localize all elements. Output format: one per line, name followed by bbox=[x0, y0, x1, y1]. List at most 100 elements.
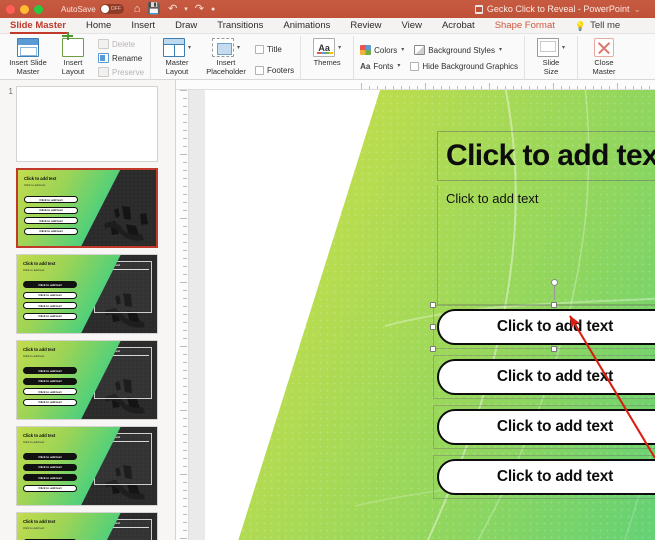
autosave-toggle[interactable]: OFF bbox=[99, 4, 124, 14]
ruler-tick bbox=[183, 402, 187, 403]
button-placeholder-1[interactable]: Click to add text bbox=[437, 309, 655, 345]
undo-dropdown-icon[interactable]: ▾ bbox=[184, 6, 188, 13]
tab-insert[interactable]: Insert bbox=[121, 18, 165, 34]
tab-view[interactable]: View bbox=[392, 18, 432, 34]
master-layout-dropdown-icon[interactable]: ▾ bbox=[188, 45, 191, 51]
thumbnail-layout-5[interactable]: Click to add text Click to add text Clic… bbox=[16, 512, 158, 540]
hide-background-graphics-checkbox[interactable] bbox=[410, 61, 420, 71]
close-window-button[interactable] bbox=[6, 4, 15, 14]
home-icon[interactable]: ⌂ bbox=[134, 3, 141, 15]
mini-button: Click to add text bbox=[24, 227, 78, 235]
slide-canvas-viewport[interactable]: Click to add text Click to add text Clic… bbox=[189, 90, 655, 540]
button-placeholder-3[interactable]: Click to add text bbox=[437, 409, 655, 445]
redo-icon[interactable]: ↷ bbox=[195, 3, 204, 15]
thumbnail-row-2[interactable]: Click to add text Click to add text Clic… bbox=[0, 168, 175, 254]
title-checkbox[interactable] bbox=[255, 44, 265, 54]
delete-label: Delete bbox=[112, 39, 136, 49]
horizontal-ruler[interactable] bbox=[176, 80, 655, 90]
master-layout-button[interactable]: ▾ Master Layout bbox=[157, 36, 197, 76]
ruler-tick bbox=[385, 86, 386, 89]
ruler-tick bbox=[183, 162, 187, 163]
resize-handle-middle-left[interactable] bbox=[430, 324, 436, 330]
thumbnail-row-3[interactable]: Click to add text Click to add text Clic… bbox=[0, 254, 175, 340]
maximize-window-button[interactable] bbox=[34, 4, 43, 14]
ruler-tick bbox=[183, 482, 187, 483]
quick-access-toolbar[interactable]: ⌂ 💾 ↶ ▾ ↷ ● bbox=[134, 3, 216, 15]
customize-toolbar-icon[interactable]: ● bbox=[211, 6, 215, 13]
thumbnail-layout-2[interactable]: Click to add text Click to add text Clic… bbox=[16, 254, 158, 334]
autosave-control[interactable]: AutoSave OFF bbox=[61, 4, 124, 14]
slide-editor-area[interactable]: Click to add text Click to add text Clic… bbox=[176, 80, 655, 540]
thumbnail-row-1[interactable]: 1 bbox=[0, 86, 175, 168]
mini-button: Click to add text bbox=[23, 388, 77, 395]
footers-checkbox[interactable] bbox=[255, 65, 265, 75]
tab-home[interactable]: Home bbox=[76, 18, 121, 34]
thumbnail-row-6[interactable]: Click to add text Click to add text Clic… bbox=[0, 512, 175, 540]
tab-transitions[interactable]: Transitions bbox=[207, 18, 273, 34]
fonts-button[interactable]: Aa Fonts ▾ bbox=[360, 60, 400, 72]
tab-draw[interactable]: Draw bbox=[165, 18, 207, 34]
resize-handle-bottom-center[interactable] bbox=[551, 346, 557, 352]
thumbnail-layout-4[interactable]: Click to add text Click to add text Clic… bbox=[16, 426, 158, 506]
background-styles-button[interactable]: Background Styles ▾ bbox=[414, 44, 502, 56]
fonts-dropdown-icon[interactable]: ▾ bbox=[397, 63, 400, 69]
slide-master-thumbnail-pane[interactable]: 1 Click to add text Click to add text Cl… bbox=[0, 80, 176, 540]
save-icon[interactable]: 💾 bbox=[147, 3, 161, 15]
tab-acrobat[interactable]: Acrobat bbox=[432, 18, 485, 34]
tab-review[interactable]: Review bbox=[340, 18, 391, 34]
slide-canvas[interactable]: Click to add text Click to add text Clic… bbox=[205, 90, 655, 540]
tell-me-label: Tell me bbox=[590, 19, 621, 31]
button-placeholder-2[interactable]: Click to add text bbox=[437, 359, 655, 395]
slide-size-dropdown-icon[interactable]: ▾ bbox=[562, 45, 565, 51]
close-master-button[interactable]: Close Master bbox=[584, 36, 624, 76]
ruler-tick bbox=[425, 83, 426, 89]
mini-title: Click to add text bbox=[23, 433, 56, 438]
undo-icon[interactable]: ↶ bbox=[168, 3, 177, 15]
slide-size-button[interactable]: ▾ Slide Size bbox=[531, 36, 571, 76]
minimize-window-button[interactable] bbox=[20, 4, 29, 14]
vertical-ruler[interactable] bbox=[176, 80, 189, 540]
insert-layout-button[interactable]: Insert Layout bbox=[53, 32, 93, 76]
body-placeholder[interactable]: Click to add text bbox=[437, 185, 655, 305]
ruler-tick bbox=[183, 514, 187, 515]
preserve-master-button[interactable]: Preserve bbox=[98, 66, 144, 78]
themes-button[interactable]: Aa ▾ Themes bbox=[307, 36, 347, 68]
background-row-2: Aa Fonts ▾ Hide Background Graphics bbox=[360, 60, 518, 72]
button-placeholder-4[interactable]: Click to add text bbox=[437, 459, 655, 495]
tab-tell-me[interactable]: 💡 Tell me bbox=[565, 18, 630, 34]
footers-checkbox-row[interactable]: Footers bbox=[255, 64, 294, 76]
thumbnail-layout-1[interactable]: Click to add text Click to add text Clic… bbox=[16, 168, 158, 248]
mini-button: Click to add text bbox=[24, 196, 78, 203]
window-controls[interactable] bbox=[6, 4, 43, 14]
background-styles-dropdown-icon[interactable]: ▾ bbox=[499, 47, 502, 53]
resize-handle-bottom-left[interactable] bbox=[430, 346, 436, 352]
thumbnail-layout-3[interactable]: Click to add text Click to add text Clic… bbox=[16, 340, 158, 420]
ribbon-toolbar[interactable]: Insert Slide Master Insert Layout Delete… bbox=[0, 32, 655, 80]
colors-button[interactable]: Colors ▾ bbox=[360, 44, 404, 56]
tab-animations[interactable]: Animations bbox=[273, 18, 340, 34]
hide-background-graphics-row[interactable]: Hide Background Graphics bbox=[410, 60, 518, 72]
title-placeholder[interactable]: Click to add text bbox=[437, 131, 655, 181]
ribbon-tab-bar[interactable]: Slide Master Home Insert Draw Transition… bbox=[0, 18, 655, 34]
themes-dropdown-icon[interactable]: ▾ bbox=[338, 45, 341, 51]
colors-dropdown-icon[interactable]: ▾ bbox=[401, 47, 404, 53]
footers-checkbox-label: Footers bbox=[267, 65, 295, 75]
tab-slide-master[interactable]: Slide Master bbox=[6, 18, 76, 34]
ruler-tick bbox=[183, 202, 187, 203]
ruler-tick bbox=[183, 458, 187, 459]
ruler-tick bbox=[183, 194, 187, 195]
ruler-tick bbox=[180, 90, 187, 91]
delete-master-button[interactable]: Delete bbox=[98, 38, 144, 50]
resize-handle-top-left[interactable] bbox=[430, 302, 436, 308]
thumbnail-row-4[interactable]: Click to add text Click to add text Clic… bbox=[0, 340, 175, 426]
insert-placeholder-button[interactable]: ▾ Insert Placeholder bbox=[202, 36, 250, 76]
insert-slide-master-button[interactable]: Insert Slide Master bbox=[8, 36, 48, 76]
resize-handle-top-center[interactable] bbox=[551, 302, 557, 308]
insert-placeholder-dropdown-icon[interactable]: ▾ bbox=[237, 45, 240, 51]
thumbnail-row-5[interactable]: Click to add text Click to add text Clic… bbox=[0, 426, 175, 512]
rotation-handle[interactable] bbox=[551, 279, 558, 286]
tab-shape-format[interactable]: Shape Format bbox=[485, 18, 565, 34]
thumbnail-slide-master[interactable] bbox=[16, 86, 158, 162]
title-checkbox-row[interactable]: Title bbox=[255, 43, 294, 55]
rename-master-button[interactable]: Rename bbox=[98, 52, 144, 64]
